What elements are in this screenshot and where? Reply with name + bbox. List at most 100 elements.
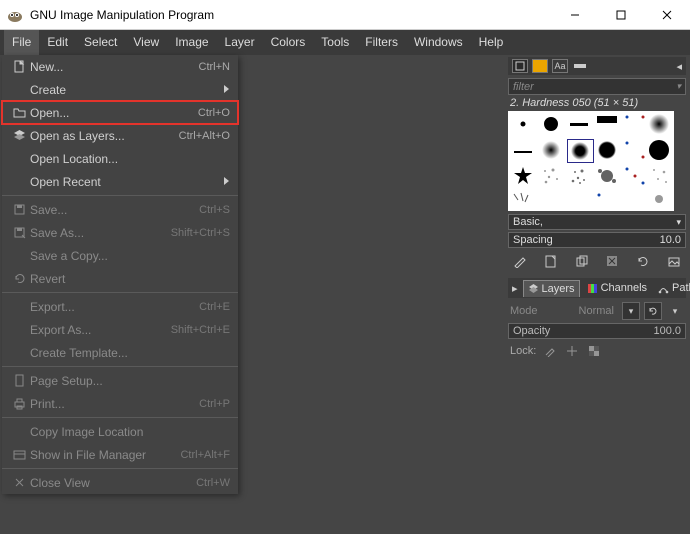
menu-filters[interactable]: Filters [357, 30, 406, 55]
refresh-brushes-icon[interactable] [633, 252, 653, 270]
brush-filter-input[interactable]: filter ▾ [508, 78, 686, 95]
layer-opacity-input[interactable]: Opacity 100.0 [508, 323, 686, 339]
layers-dock-tabs: ▸ Layers Channels Paths ◂ [508, 278, 686, 298]
menu-select[interactable]: Select [76, 30, 125, 55]
print-icon [10, 397, 28, 410]
brush-toolrow [508, 252, 686, 270]
tab-paths[interactable]: Paths [654, 280, 690, 296]
save-icon [10, 203, 28, 216]
menu-colors[interactable]: Colors [263, 30, 314, 55]
tab-layers-label: Layers [542, 283, 575, 295]
menu-tools[interactable]: Tools [313, 30, 357, 55]
menu-item-revert: Revert [2, 267, 238, 290]
menu-item-label: Page Setup... [28, 374, 230, 388]
menu-item-new[interactable]: New...Ctrl+N [2, 55, 238, 78]
chevron-right-icon [216, 83, 230, 97]
new-doc-icon [10, 60, 28, 73]
menu-windows[interactable]: Windows [406, 30, 471, 55]
gimp-logo-icon [6, 6, 24, 24]
menu-item-label: Copy Image Location [28, 425, 230, 439]
current-brush-label: 2. Hardness 050 (51 × 51) [508, 97, 686, 109]
menu-separator [2, 292, 238, 293]
menu-item-open-location[interactable]: Open Location... [2, 147, 238, 170]
menu-item-label: Create Template... [28, 346, 230, 360]
menu-item-close-view: Close ViewCtrl+W [2, 471, 238, 494]
menu-item-open-recent[interactable]: Open Recent [2, 170, 238, 193]
menu-item-open-as-layers[interactable]: Open as Layers...Ctrl+Alt+O [2, 124, 238, 147]
chevron-down-icon: ▾ [676, 81, 681, 92]
brush-preset-select[interactable]: Basic, ▾ [508, 214, 686, 230]
menu-item-label: Show in File Manager [28, 448, 180, 462]
file-menu: New...Ctrl+NCreateOpen...Ctrl+OOpen as L… [2, 55, 238, 494]
file-mgr-icon [10, 448, 28, 461]
menu-item-shortcut: Ctrl+W [196, 477, 230, 489]
layer-mode-label: Mode [510, 305, 538, 317]
menu-image[interactable]: Image [167, 30, 216, 55]
minimize-button[interactable] [552, 0, 598, 30]
lock-alpha-icon[interactable] [586, 343, 602, 359]
brush-spacing-input[interactable]: Spacing 10.0 [508, 232, 686, 248]
close-button[interactable] [644, 0, 690, 30]
fonts-tab-icon[interactable]: Aa [552, 59, 568, 73]
layer-mode-row: Mode Normal ▾ ▾ [508, 302, 686, 320]
menu-separator [2, 417, 238, 418]
duplicate-brush-icon[interactable] [572, 252, 592, 270]
chevron-right-icon [216, 175, 230, 189]
tab-channels-label: Channels [601, 282, 647, 294]
menu-item-label: Open as Layers... [28, 129, 179, 143]
menu-item-label: New... [28, 60, 199, 74]
menu-item-shortcut: Ctrl+S [199, 204, 230, 216]
layer-lock-row: Lock: [508, 342, 686, 360]
tool-options-tab-icon[interactable] [512, 59, 528, 73]
layer-mode-select[interactable]: ▾ [622, 302, 640, 320]
menu-item-label: Save As... [28, 226, 171, 240]
folder-icon [10, 106, 28, 119]
layer-mode-switch-icon[interactable] [644, 302, 662, 320]
menu-item-shortcut: Ctrl+P [199, 398, 230, 410]
tab-layers[interactable]: Layers [523, 280, 580, 297]
menu-item-shortcut: Ctrl+E [199, 301, 230, 313]
dock-menu-icon[interactable]: ▸ [510, 282, 520, 295]
menu-item-show-in-file-manager: Show in File ManagerCtrl+Alt+F [2, 443, 238, 466]
menu-item-shortcut: Shift+Ctrl+S [171, 227, 230, 239]
history-tab-icon[interactable] [572, 59, 588, 73]
menu-item-create[interactable]: Create [2, 78, 238, 101]
menu-item-shortcut: Ctrl+Alt+F [180, 449, 230, 461]
close-icon [10, 476, 28, 489]
menu-item-export: Export...Ctrl+E [2, 295, 238, 318]
dock-menu-icon[interactable]: ◂ [676, 60, 682, 73]
menu-item-create-template: Create Template... [2, 341, 238, 364]
menu-item-export-as: Export As...Shift+Ctrl+E [2, 318, 238, 341]
menu-item-label: Open Location... [28, 152, 230, 166]
layer-opacity-value: 100.0 [653, 325, 681, 337]
tab-channels[interactable]: Channels [583, 280, 651, 296]
menu-item-label: Export As... [28, 323, 171, 337]
brush-grid[interactable] [508, 111, 674, 211]
new-brush-icon[interactable] [541, 252, 561, 270]
menu-help[interactable]: Help [471, 30, 512, 55]
menu-layer[interactable]: Layer [217, 30, 263, 55]
maximize-button[interactable] [598, 0, 644, 30]
brushes-tab-icon[interactable] [532, 59, 548, 73]
menu-item-shortcut: Shift+Ctrl+E [171, 324, 230, 336]
menu-item-open[interactable]: Open...Ctrl+O [2, 101, 238, 124]
delete-brush-icon[interactable] [602, 252, 622, 270]
layer-mode-menu-icon[interactable]: ▾ [666, 302, 684, 320]
open-as-image-icon[interactable] [664, 252, 684, 270]
brush-spacing-value: 10.0 [660, 234, 681, 246]
menu-view[interactable]: View [125, 30, 167, 55]
lock-pixels-icon[interactable] [542, 343, 558, 359]
menu-edit[interactable]: Edit [39, 30, 76, 55]
right-panel: Aa ◂ filter ▾ 2. Hardness 050 (51 × 51) [508, 57, 686, 360]
menu-item-print: Print...Ctrl+P [2, 392, 238, 415]
lock-position-icon[interactable] [564, 343, 580, 359]
page-icon [10, 374, 28, 387]
tab-paths-label: Paths [672, 282, 690, 294]
edit-brush-icon[interactable] [510, 252, 530, 270]
menu-file[interactable]: File [4, 30, 39, 55]
menu-item-label: Save a Copy... [28, 249, 230, 263]
saveas-icon [10, 226, 28, 239]
layers-icon [10, 129, 28, 142]
menu-item-label: Print... [28, 397, 199, 411]
menu-item-copy-image-location: Copy Image Location [2, 420, 238, 443]
